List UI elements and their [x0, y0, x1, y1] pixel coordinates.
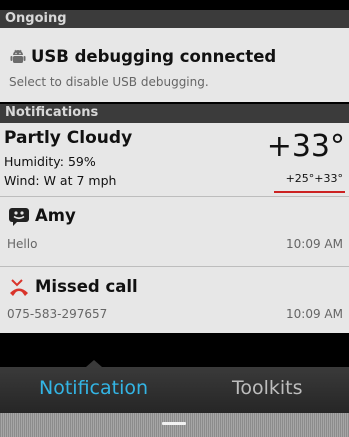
notification-shade: Ongoing USB debugging connected Select t…: [0, 0, 349, 437]
weather-condition: Partly Cloudy: [4, 128, 133, 148]
tab-notification[interactable]: Notification: [39, 377, 148, 399]
message-icon: [8, 207, 30, 227]
weather-notification[interactable]: Partly Cloudy Humidity: 59% Wind: W at 7…: [0, 123, 349, 197]
tab-toolkits[interactable]: Toolkits: [232, 377, 303, 399]
tab-bar: Notification Toolkits: [0, 360, 349, 413]
temperature-underline: [274, 191, 345, 193]
missed-call-notification[interactable]: Missed call 075-583-297657 10:09 AM: [0, 267, 349, 333]
message-notification[interactable]: Amy Hello 10:09 AM: [0, 197, 349, 267]
usb-title: USB debugging connected: [31, 47, 277, 66]
active-tab-caret: [86, 360, 102, 367]
weather-range: +25°+33°: [285, 172, 343, 185]
weather-temperature: +33°: [266, 129, 345, 164]
weather-humidity: Humidity: 59%: [4, 154, 96, 169]
empty-area: [0, 333, 349, 367]
usb-subtitle: Select to disable USB debugging.: [9, 75, 209, 89]
missed-call-time: 10:09 AM: [286, 307, 343, 321]
shade-drag-handle[interactable]: [0, 413, 349, 437]
message-text: Hello: [7, 237, 38, 251]
missed-call-number: 075-583-297657: [7, 307, 108, 321]
notifications-header: Notifications: [0, 104, 349, 123]
weather-wind: Wind: W at 7 mph: [4, 173, 117, 188]
missed-call-title: Missed call: [35, 277, 138, 296]
handle-grip-icon: [162, 422, 186, 425]
android-icon: [9, 48, 27, 66]
ongoing-header: Ongoing: [0, 10, 349, 28]
missed-call-icon: [8, 278, 30, 298]
message-sender: Amy: [35, 206, 76, 225]
usb-debugging-notification[interactable]: USB debugging connected Select to disabl…: [0, 28, 349, 102]
message-time: 10:09 AM: [286, 237, 343, 251]
